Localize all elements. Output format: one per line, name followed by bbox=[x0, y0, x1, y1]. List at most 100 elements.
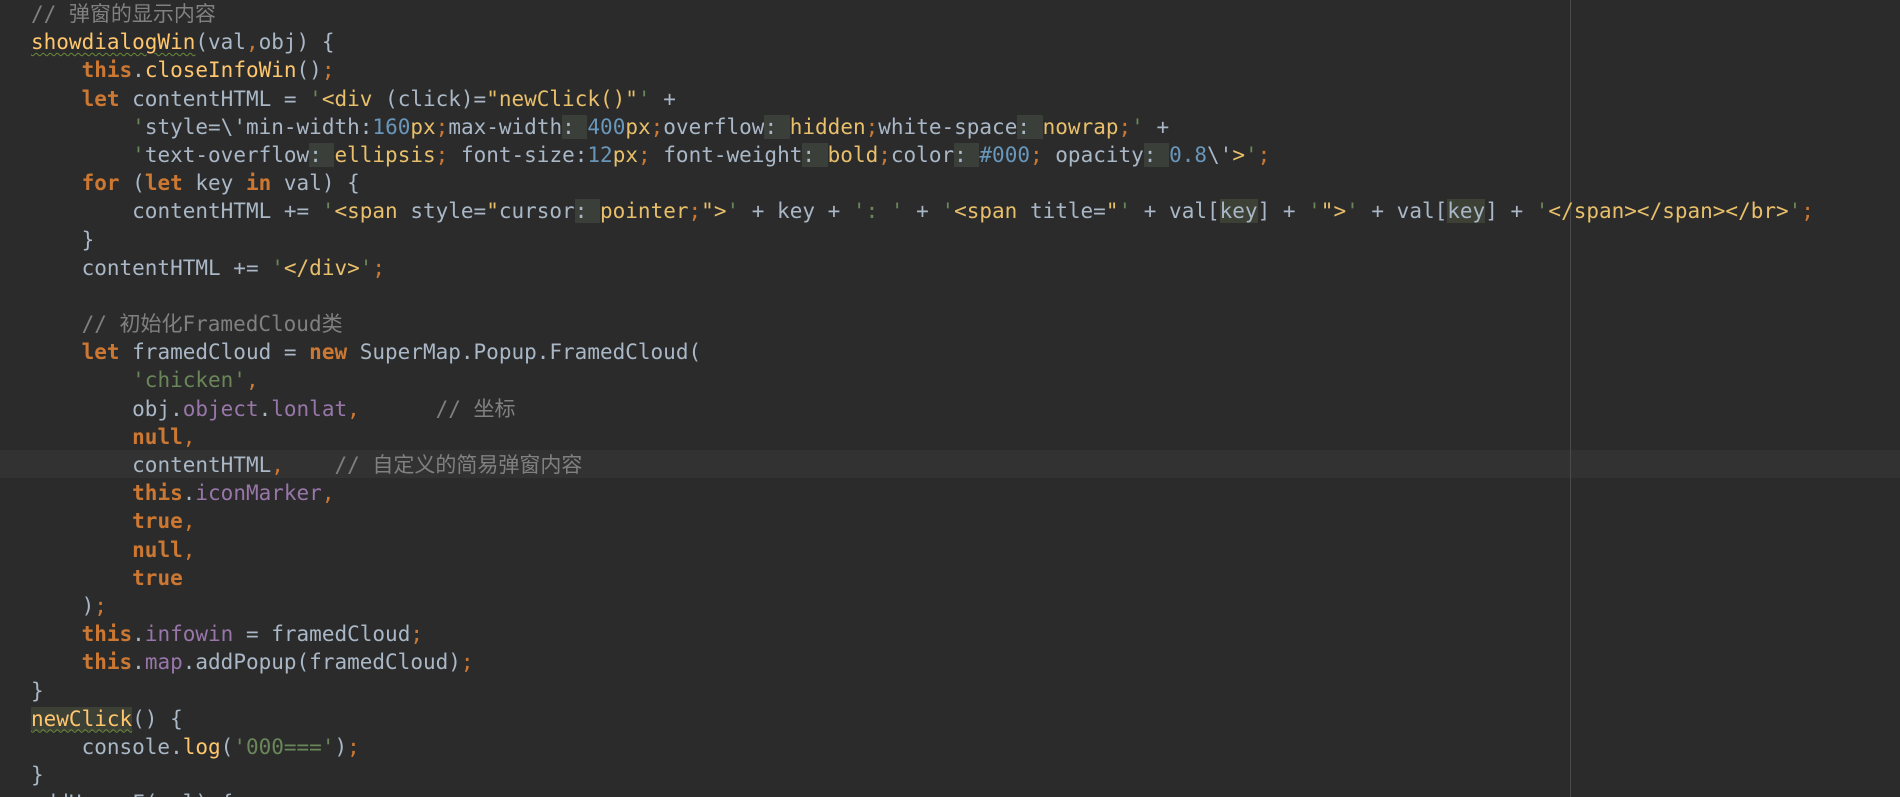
code-line[interactable]: true, bbox=[31, 507, 1814, 535]
code-token: , bbox=[245, 368, 259, 393]
code-token: ' bbox=[1244, 142, 1258, 167]
code-token: this bbox=[81, 650, 133, 675]
code-line[interactable]: // 弹窗的显示内容 bbox=[31, 0, 1814, 28]
code-token: + val[ bbox=[1143, 199, 1220, 224]
code-line[interactable]: obj.object.lonlat, // 坐标 bbox=[31, 395, 1814, 423]
code-token: overflow bbox=[663, 114, 765, 139]
code-token: contentHTML += bbox=[132, 199, 322, 224]
code-token: true bbox=[132, 509, 183, 534]
code-token: infowin bbox=[144, 622, 234, 647]
code-line[interactable] bbox=[31, 282, 1814, 310]
code-line[interactable]: // 初始化FramedCloud类 bbox=[31, 310, 1814, 338]
code-token: . bbox=[132, 58, 145, 83]
code-token: ; bbox=[637, 142, 664, 167]
code-token: ; bbox=[372, 255, 386, 280]
code-line[interactable]: addHoverF(val) { bbox=[31, 789, 1814, 797]
code-line[interactable]: contentHTML += '<span style="cursor: poi… bbox=[31, 197, 1814, 225]
code-line[interactable]: contentHTML, // 自定义的简易弹窗内容 bbox=[31, 451, 1814, 479]
code-token: newClick bbox=[31, 706, 133, 731]
code-editor[interactable]: // 弹窗的显示内容 showdialogWin(val,obj) { this.… bbox=[0, 0, 1900, 797]
code-token: key bbox=[195, 171, 246, 196]
code-line[interactable]: this.iconMarker, bbox=[31, 479, 1814, 507]
code-token: this bbox=[81, 622, 133, 647]
code-token: // 坐标 bbox=[435, 396, 516, 421]
code-token: ; bbox=[460, 650, 474, 675]
code-token: cursor bbox=[498, 199, 575, 224]
code-token: style=\' bbox=[144, 114, 246, 139]
code-token: ' bbox=[1788, 199, 1802, 224]
code-token: ; bbox=[1118, 114, 1132, 139]
code-line[interactable]: 'style=\'min-width:160px;max-width: 400p… bbox=[31, 113, 1814, 141]
code-token: px bbox=[625, 114, 651, 139]
code-line[interactable]: null, bbox=[31, 536, 1814, 564]
code-token: ( bbox=[132, 171, 145, 196]
code-line[interactable]: console.log('000==='); bbox=[31, 733, 1814, 761]
code-token: max-width bbox=[448, 114, 563, 139]
code-token: ; bbox=[347, 734, 360, 759]
code-line[interactable]: for (let key in val) { bbox=[31, 169, 1814, 197]
code-token: lonlat bbox=[271, 396, 348, 421]
code-token: ; bbox=[94, 593, 107, 618]
code-token: // 初始化FramedCloud类 bbox=[81, 312, 343, 337]
code-line[interactable]: } bbox=[31, 677, 1814, 705]
code-token: ' bbox=[1346, 199, 1372, 224]
code-line[interactable]: } bbox=[31, 761, 1814, 789]
code-token: ' bbox=[726, 199, 752, 224]
code-token: ' bbox=[132, 114, 145, 139]
code-token: <div bbox=[321, 86, 386, 111]
code-token: () bbox=[296, 58, 322, 83]
code-token: > bbox=[1232, 142, 1245, 167]
code-line[interactable]: 'chicken', bbox=[31, 366, 1814, 394]
code-token: contentHTML += bbox=[81, 255, 272, 280]
code-token: key bbox=[1219, 199, 1258, 224]
code-line[interactable]: this.closeInfoWin(); bbox=[31, 56, 1814, 84]
code-token: ' bbox=[359, 255, 373, 280]
code-token: " bbox=[1105, 199, 1119, 224]
code-token: : bbox=[574, 199, 600, 224]
code-token: SuperMap.Popup.FramedCloud( bbox=[359, 340, 702, 365]
code-token: log bbox=[182, 734, 221, 759]
code-token: map bbox=[144, 650, 183, 675]
code-line[interactable]: showdialogWin(val,obj) { bbox=[31, 28, 1814, 56]
code-token: ' bbox=[941, 199, 955, 224]
code-token: let bbox=[81, 340, 133, 365]
code-token: ; bbox=[865, 114, 879, 139]
code-line[interactable]: this.infowin = framedCloud; bbox=[31, 620, 1814, 648]
code-line[interactable]: contentHTML += '</div>'; bbox=[31, 254, 1814, 282]
code-token: ; bbox=[410, 622, 423, 647]
code-line[interactable]: this.map.addPopup(framedCloud); bbox=[31, 648, 1814, 676]
code-line[interactable]: true bbox=[31, 564, 1814, 592]
code-line[interactable]: let framedCloud = new SuperMap.Popup.Fra… bbox=[31, 338, 1814, 366]
code-token: showdialogWin bbox=[31, 30, 196, 55]
code-token: px bbox=[410, 114, 436, 139]
code-token: ( bbox=[220, 734, 234, 759]
code-token: ; bbox=[1257, 142, 1271, 167]
code-line[interactable]: let contentHTML = '<div (click)="newClic… bbox=[31, 85, 1814, 113]
code-token: framedCloud = bbox=[132, 340, 310, 365]
code-token: . bbox=[182, 481, 196, 506]
code-token: // 自定义的简易弹窗内容 bbox=[334, 453, 583, 477]
code-token: ' bbox=[321, 199, 335, 224]
code-token: (val bbox=[195, 30, 246, 55]
code-line[interactable]: 'text-overflow: ellipsis; font-size:12px… bbox=[31, 141, 1814, 169]
code-token: ) bbox=[81, 593, 95, 618]
code-token: ] + bbox=[1485, 199, 1536, 224]
code-line[interactable]: } bbox=[31, 226, 1814, 254]
code-area[interactable]: // 弹窗的显示内容 showdialogWin(val,obj) { this.… bbox=[31, 0, 1814, 797]
code-token: : bbox=[359, 114, 373, 139]
code-line[interactable]: ); bbox=[31, 592, 1814, 620]
code-line[interactable]: null, bbox=[31, 423, 1814, 451]
code-token: : bbox=[1017, 114, 1043, 139]
code-line[interactable]: newClick() { bbox=[31, 705, 1814, 733]
code-token: : bbox=[1143, 142, 1170, 167]
code-token: "newClick()" bbox=[486, 86, 638, 111]
code-token: style= bbox=[410, 199, 487, 224]
